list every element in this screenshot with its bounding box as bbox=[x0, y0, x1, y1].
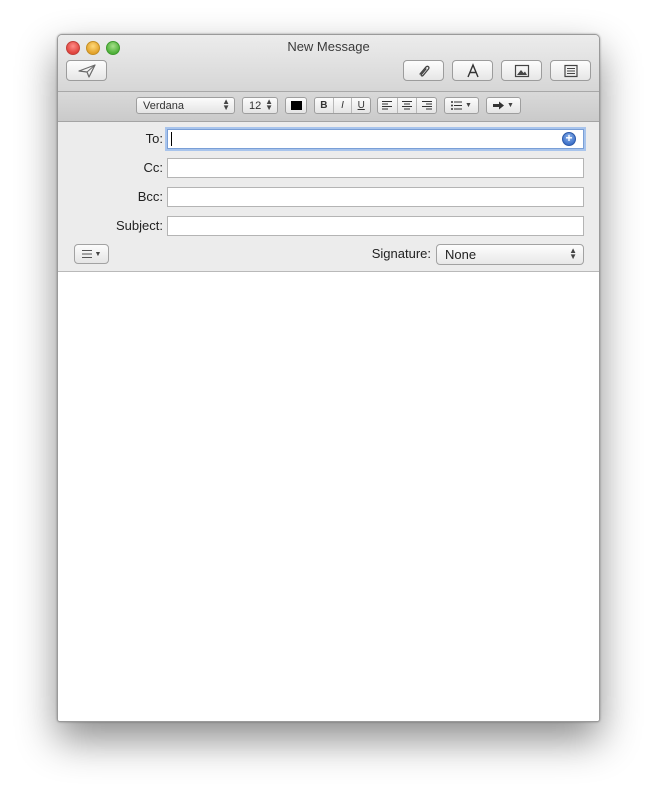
cc-field[interactable] bbox=[167, 158, 584, 178]
up-down-arrows-icon: ▲ ▼ bbox=[265, 97, 273, 112]
align-left-button[interactable] bbox=[378, 98, 398, 113]
format-bar: Verdana ▲ ▼ 12 ▲ ▼ B I U ▼ ▼ bbox=[58, 92, 599, 122]
photo-browser-button[interactable] bbox=[501, 60, 542, 81]
letter-a-icon bbox=[466, 62, 479, 77]
attach-button[interactable] bbox=[403, 60, 444, 81]
add-contact-icon[interactable]: + bbox=[562, 132, 576, 146]
header-options-button[interactable]: ▼ bbox=[74, 244, 109, 264]
up-down-arrows-icon: ▲ ▼ bbox=[222, 97, 230, 112]
show-stationery-button[interactable] bbox=[550, 60, 591, 81]
signature-label: Signature: bbox=[371, 246, 431, 261]
message-body[interactable] bbox=[58, 272, 599, 721]
title-bar: New Message bbox=[58, 35, 599, 92]
bcc-label: Bcc: bbox=[137, 189, 163, 204]
italic-button[interactable]: I bbox=[334, 98, 353, 113]
subject-label: Subject: bbox=[116, 218, 163, 233]
color-swatch bbox=[290, 101, 302, 110]
subject-field[interactable] bbox=[167, 216, 584, 236]
compose-window: New Message Verdana ▲ ▼ 12 ▲ ▼ B I U ▼ ▼… bbox=[57, 34, 600, 722]
align-right-icon bbox=[421, 101, 432, 110]
paper-plane-icon bbox=[77, 63, 96, 78]
chevron-down-icon: ▼ bbox=[465, 102, 472, 109]
signature-value: None bbox=[445, 247, 477, 262]
align-right-button[interactable] bbox=[417, 98, 436, 113]
send-button[interactable] bbox=[66, 60, 107, 81]
bulleted-list-icon bbox=[451, 101, 463, 110]
bcc-field[interactable] bbox=[167, 187, 584, 207]
font-family-popup[interactable]: Verdana ▲ ▼ bbox=[136, 97, 235, 114]
bold-button[interactable]: B bbox=[315, 98, 334, 113]
text-style-group: B I U bbox=[314, 97, 371, 114]
message-headers: To: + Cc: Bcc: Subject: ▼ Signature: Non… bbox=[58, 122, 599, 272]
stationery-icon bbox=[563, 64, 578, 77]
show-fonts-button[interactable] bbox=[452, 60, 493, 81]
text-color-button[interactable] bbox=[285, 97, 307, 114]
up-down-arrows-icon: ▲ ▼ bbox=[569, 246, 577, 261]
alignment-group bbox=[377, 97, 437, 114]
align-center-button[interactable] bbox=[398, 98, 418, 113]
cc-label: Cc: bbox=[143, 160, 164, 175]
indent-arrow-icon bbox=[493, 101, 505, 110]
signature-popup[interactable]: None ▲ ▼ bbox=[436, 244, 584, 265]
font-size-value: 12 bbox=[249, 99, 262, 112]
photo-browser-icon bbox=[514, 64, 529, 77]
paperclip-icon bbox=[418, 65, 430, 77]
list-lines-icon bbox=[81, 250, 92, 258]
indentation-popup[interactable]: ▼ bbox=[486, 97, 521, 114]
to-label: To: bbox=[145, 131, 163, 146]
text-cursor bbox=[171, 132, 172, 146]
font-size-popup[interactable]: 12 ▲ ▼ bbox=[242, 97, 278, 114]
font-family-value: Verdana bbox=[143, 99, 184, 112]
chevron-down-icon: ▼ bbox=[94, 250, 102, 258]
chevron-down-icon: ▼ bbox=[507, 102, 514, 109]
list-style-popup[interactable]: ▼ bbox=[444, 97, 479, 114]
to-field[interactable]: + bbox=[167, 129, 584, 149]
align-left-icon bbox=[382, 101, 393, 110]
window-title: New Message bbox=[287, 39, 370, 54]
underline-button[interactable]: U bbox=[352, 98, 370, 113]
align-center-icon bbox=[402, 101, 412, 110]
